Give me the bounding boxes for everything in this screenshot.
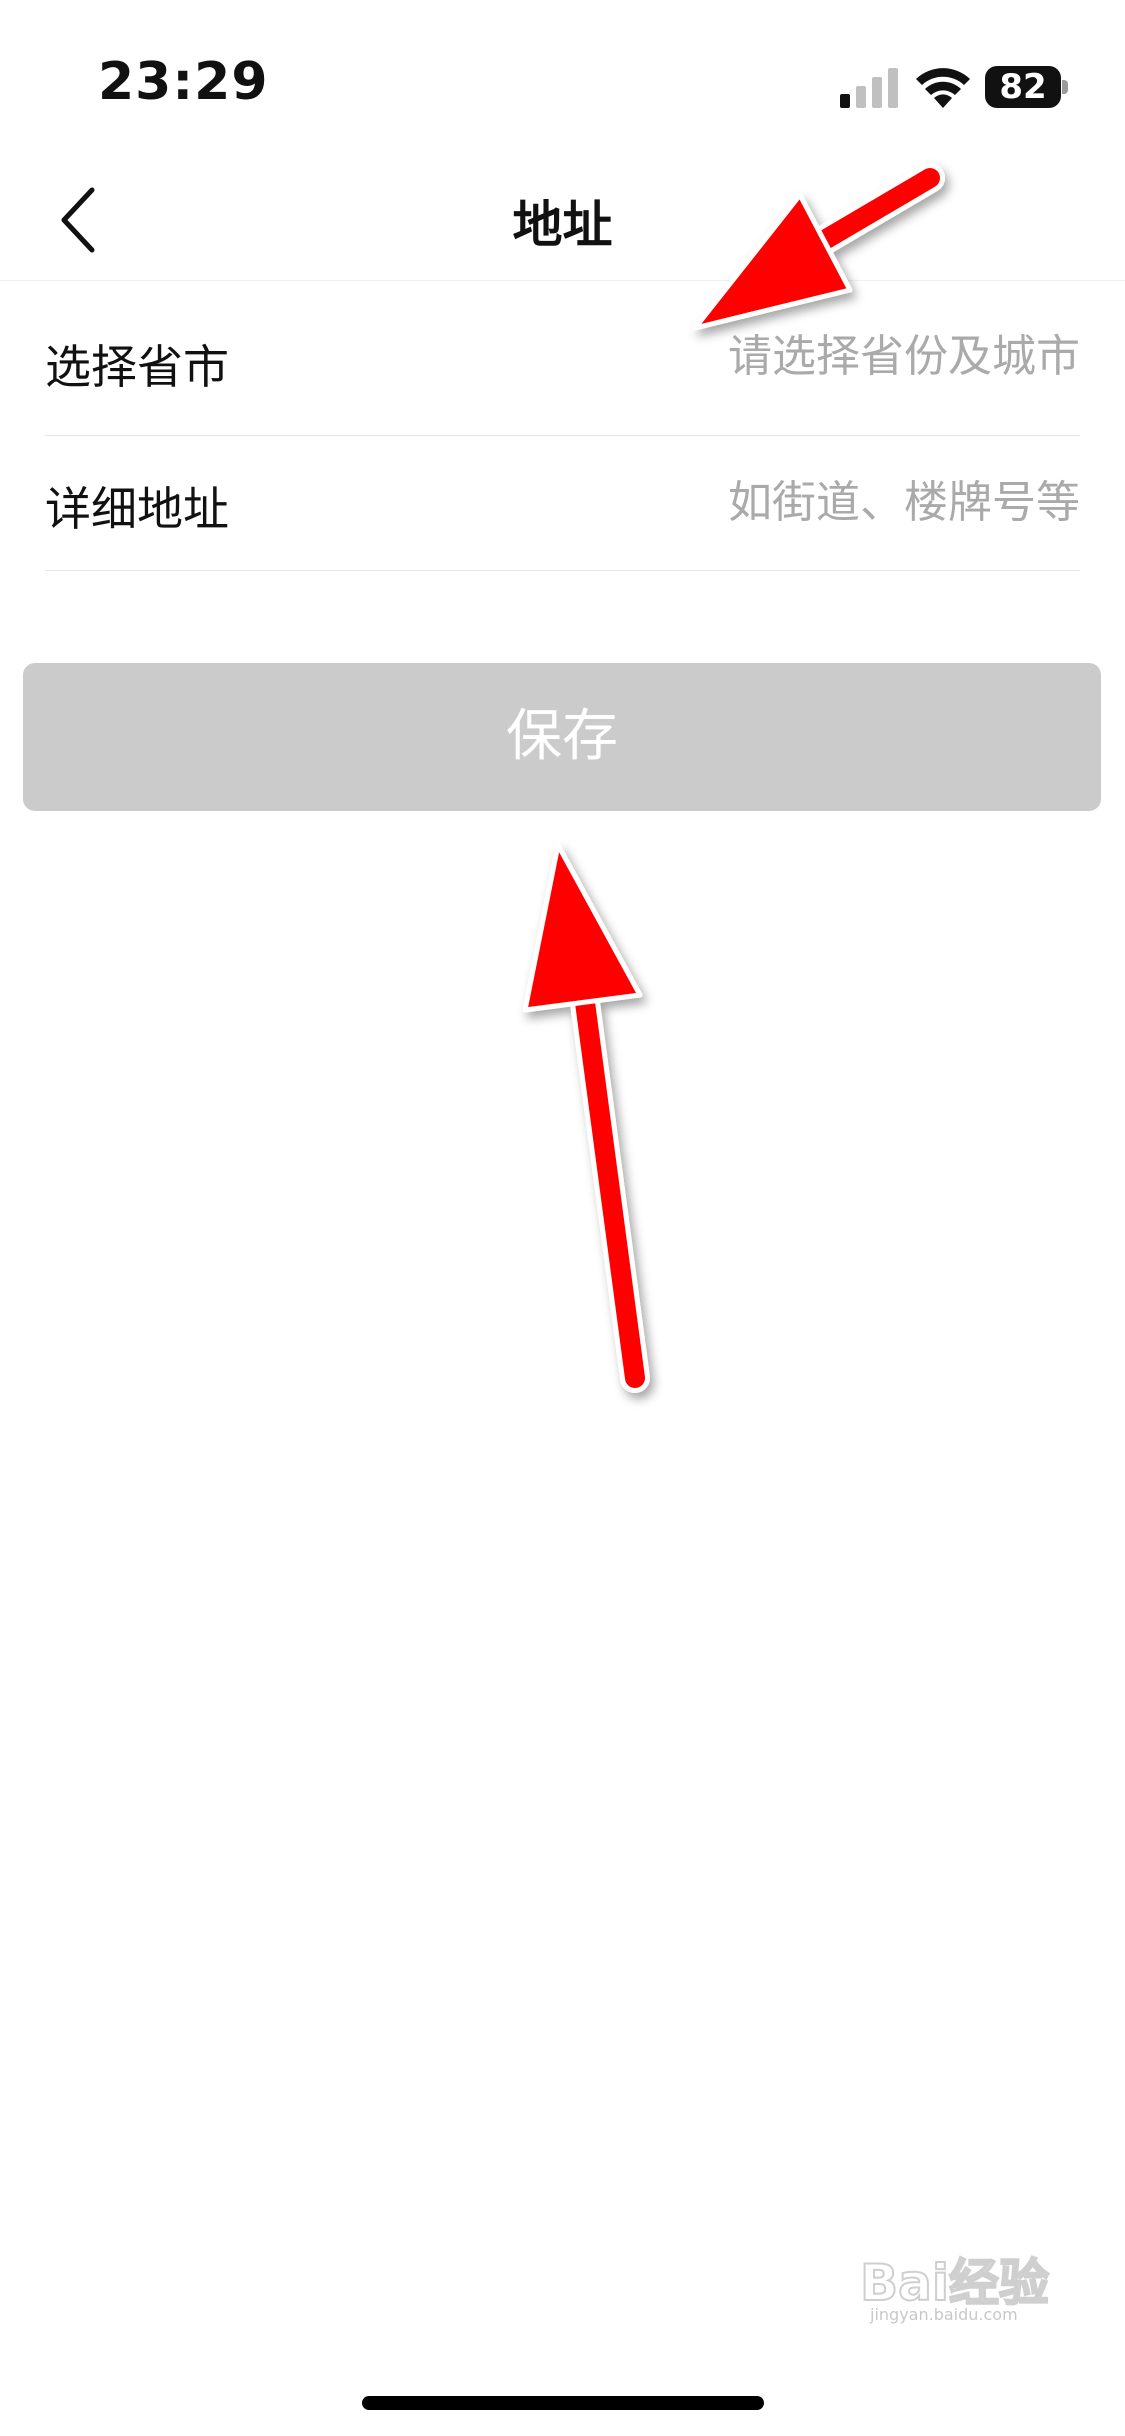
detail-address-row[interactable]: 详细地址: [45, 435, 1080, 571]
status-bar: 23:29 82: [0, 0, 1125, 150]
navigation-bar: 地址: [0, 160, 1125, 281]
status-time: 23:29: [98, 52, 269, 112]
province-city-input[interactable]: [520, 331, 1080, 382]
arrow-pointing-save-button: [522, 842, 650, 1393]
battery-level: 82: [985, 66, 1061, 108]
battery-icon: 82: [985, 66, 1068, 110]
save-button[interactable]: 保存: [23, 663, 1101, 811]
page-title: 地址: [512, 196, 613, 254]
battery-cap: [1062, 80, 1068, 94]
home-indicator[interactable]: [362, 2396, 764, 2410]
detail-address-input[interactable]: [520, 477, 1080, 528]
detail-address-label: 详细地址: [45, 482, 229, 536]
watermark-subtext: jingyan.baidu.com: [870, 2305, 1018, 2324]
cellular-signal-icon: [840, 68, 898, 108]
baidu-jingyan-watermark: Bai经验 jingyan.baidu.com: [859, 2235, 1070, 2325]
province-city-row[interactable]: 选择省市: [45, 285, 1080, 436]
wifi-icon: [916, 68, 970, 108]
province-city-label: 选择省市: [45, 340, 229, 394]
